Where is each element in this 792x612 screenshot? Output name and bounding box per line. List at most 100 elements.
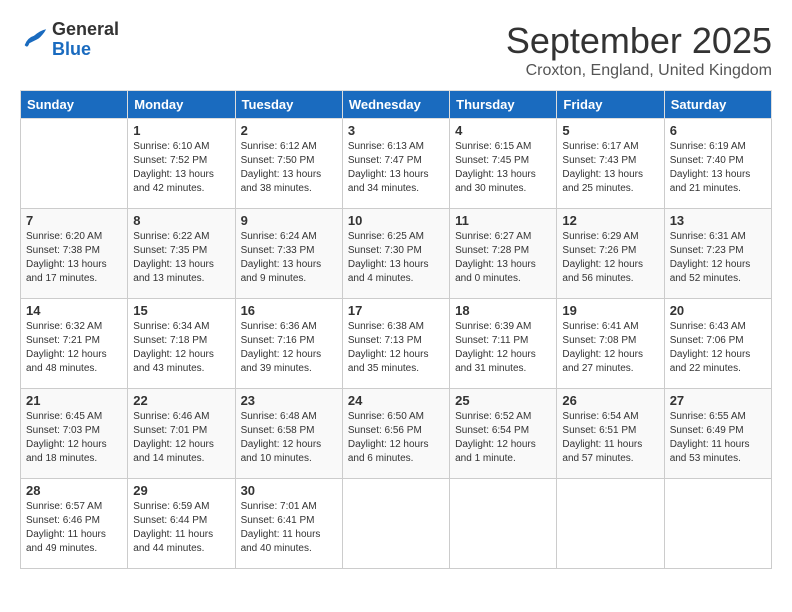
day-info: Sunrise: 6:29 AMSunset: 7:26 PMDaylight:… <box>562 230 658 286</box>
title-block: September 2025 Croxton, England, United … <box>506 20 772 80</box>
logo-bird-icon <box>20 28 48 52</box>
day-info: Sunrise: 6:15 AMSunset: 7:45 PMDaylight:… <box>455 140 551 196</box>
day-number: 21 <box>26 393 122 408</box>
day-number: 3 <box>348 123 444 138</box>
calendar-cell: 10 Sunrise: 6:25 AMSunset: 7:30 PMDayligh… <box>342 209 449 299</box>
day-info: Sunrise: 6:46 AMSunset: 7:01 PMDaylight:… <box>133 410 229 466</box>
day-number: 24 <box>348 393 444 408</box>
day-info: Sunrise: 6:20 AMSunset: 7:38 PMDaylight:… <box>26 230 122 286</box>
day-info: Sunrise: 6:22 AMSunset: 7:35 PMDaylight:… <box>133 230 229 286</box>
calendar-cell: 2 Sunrise: 6:12 AMSunset: 7:50 PMDaylight… <box>235 119 342 209</box>
day-info: Sunrise: 6:10 AMSunset: 7:52 PMDaylight:… <box>133 140 229 196</box>
day-number: 26 <box>562 393 658 408</box>
logo-blue: Blue <box>52 39 91 59</box>
calendar-cell: 12 Sunrise: 6:29 AMSunset: 7:26 PMDayligh… <box>557 209 664 299</box>
calendar-table: SundayMondayTuesdayWednesdayThursdayFrid… <box>20 90 772 569</box>
day-number: 5 <box>562 123 658 138</box>
day-number: 19 <box>562 303 658 318</box>
logo: General Blue <box>20 20 119 60</box>
calendar-cell: 16 Sunrise: 6:36 AMSunset: 7:16 PMDayligh… <box>235 299 342 389</box>
calendar-cell: 17Sunrise: 6:38 AMSunset: 7:13 PMDayligh… <box>342 299 449 389</box>
day-number: 22 <box>133 393 229 408</box>
day-info: Sunrise: 6:17 AMSunset: 7:43 PMDaylight:… <box>562 140 658 196</box>
day-number: 11 <box>455 213 551 228</box>
day-info: Sunrise: 6:19 AMSunset: 7:40 PMDaylight:… <box>670 140 766 196</box>
calendar-cell <box>450 479 557 569</box>
calendar-cell: 29 Sunrise: 6:59 AMSunset: 6:44 PMDayligh… <box>128 479 235 569</box>
day-number: 30 <box>241 483 337 498</box>
day-info: Sunrise: 6:57 AMSunset: 6:46 PMDaylight:… <box>26 500 122 556</box>
day-info: Sunrise: 6:24 AMSunset: 7:33 PMDaylight:… <box>241 230 337 286</box>
day-number: 16 <box>241 303 337 318</box>
weekday-header-friday: Friday <box>557 91 664 119</box>
logo-general: General <box>52 19 119 39</box>
calendar-cell <box>342 479 449 569</box>
day-info: Sunrise: 6:52 AMSunset: 6:54 PMDaylight:… <box>455 410 551 466</box>
day-number: 7 <box>26 213 122 228</box>
day-number: 27 <box>670 393 766 408</box>
day-number: 1 <box>133 123 229 138</box>
calendar-cell: 19 Sunrise: 6:41 AMSunset: 7:08 PMDayligh… <box>557 299 664 389</box>
day-info: Sunrise: 6:34 AMSunset: 7:18 PMDaylight:… <box>133 320 229 376</box>
weekday-header-saturday: Saturday <box>664 91 771 119</box>
day-info: Sunrise: 6:50 AMSunset: 6:56 PMDaylight:… <box>348 410 444 466</box>
calendar-cell: 18Sunrise: 6:39 AMSunset: 7:11 PMDayligh… <box>450 299 557 389</box>
calendar-cell: 28 Sunrise: 6:57 AMSunset: 6:46 PMDayligh… <box>21 479 128 569</box>
month-title: September 2025 <box>506 20 772 62</box>
day-number: 29 <box>133 483 229 498</box>
day-number: 17 <box>348 303 444 318</box>
weekday-header-wednesday: Wednesday <box>342 91 449 119</box>
calendar-cell: 8 Sunrise: 6:22 AMSunset: 7:35 PMDaylight… <box>128 209 235 299</box>
weekday-header-monday: Monday <box>128 91 235 119</box>
day-info: Sunrise: 6:32 AMSunset: 7:21 PMDaylight:… <box>26 320 122 376</box>
day-number: 4 <box>455 123 551 138</box>
calendar-cell: 13 Sunrise: 6:31 AMSunset: 7:23 PMDayligh… <box>664 209 771 299</box>
calendar-cell: 3 Sunrise: 6:13 AMSunset: 7:47 PMDaylight… <box>342 119 449 209</box>
calendar-cell: 26 Sunrise: 6:54 AMSunset: 6:51 PMDayligh… <box>557 389 664 479</box>
page-header: General Blue September 2025 Croxton, Eng… <box>20 20 772 80</box>
day-info: Sunrise: 6:39 AMSunset: 7:11 PMDaylight:… <box>455 320 551 376</box>
calendar-cell: 5 Sunrise: 6:17 AMSunset: 7:43 PMDaylight… <box>557 119 664 209</box>
day-info: Sunrise: 7:01 AMSunset: 6:41 PMDaylight:… <box>241 500 337 556</box>
day-number: 15 <box>133 303 229 318</box>
day-number: 12 <box>562 213 658 228</box>
day-number: 13 <box>670 213 766 228</box>
calendar-cell: 11 Sunrise: 6:27 AMSunset: 7:28 PMDayligh… <box>450 209 557 299</box>
day-number: 2 <box>241 123 337 138</box>
calendar-cell <box>664 479 771 569</box>
day-number: 25 <box>455 393 551 408</box>
day-number: 10 <box>348 213 444 228</box>
calendar-cell <box>557 479 664 569</box>
weekday-header-thursday: Thursday <box>450 91 557 119</box>
day-info: Sunrise: 6:25 AMSunset: 7:30 PMDaylight:… <box>348 230 444 286</box>
day-number: 20 <box>670 303 766 318</box>
calendar-cell: 9 Sunrise: 6:24 AMSunset: 7:33 PMDaylight… <box>235 209 342 299</box>
calendar-cell: 27 Sunrise: 6:55 AMSunset: 6:49 PMDayligh… <box>664 389 771 479</box>
day-number: 23 <box>241 393 337 408</box>
calendar-cell: 30 Sunrise: 7:01 AMSunset: 6:41 PMDayligh… <box>235 479 342 569</box>
calendar-cell: 24 Sunrise: 6:50 AMSunset: 6:56 PMDayligh… <box>342 389 449 479</box>
day-number: 8 <box>133 213 229 228</box>
weekday-header-sunday: Sunday <box>21 91 128 119</box>
calendar-cell: 15 Sunrise: 6:34 AMSunset: 7:18 PMDayligh… <box>128 299 235 389</box>
calendar-cell: 23Sunrise: 6:48 AMSunset: 6:58 PMDayligh… <box>235 389 342 479</box>
day-info: Sunrise: 6:36 AMSunset: 7:16 PMDaylight:… <box>241 320 337 376</box>
day-info: Sunrise: 6:31 AMSunset: 7:23 PMDaylight:… <box>670 230 766 286</box>
day-info: Sunrise: 6:13 AMSunset: 7:47 PMDaylight:… <box>348 140 444 196</box>
day-number: 28 <box>26 483 122 498</box>
day-info: Sunrise: 6:55 AMSunset: 6:49 PMDaylight:… <box>670 410 766 466</box>
day-info: Sunrise: 6:59 AMSunset: 6:44 PMDaylight:… <box>133 500 229 556</box>
day-number: 9 <box>241 213 337 228</box>
calendar-cell: 25 Sunrise: 6:52 AMSunset: 6:54 PMDayligh… <box>450 389 557 479</box>
calendar-cell <box>21 119 128 209</box>
day-info: Sunrise: 6:12 AMSunset: 7:50 PMDaylight:… <box>241 140 337 196</box>
calendar-cell: 4 Sunrise: 6:15 AMSunset: 7:45 PMDaylight… <box>450 119 557 209</box>
day-number: 6 <box>670 123 766 138</box>
day-number: 14 <box>26 303 122 318</box>
day-info: Sunrise: 6:27 AMSunset: 7:28 PMDaylight:… <box>455 230 551 286</box>
day-info: Sunrise: 6:54 AMSunset: 6:51 PMDaylight:… <box>562 410 658 466</box>
calendar-cell: 21Sunrise: 6:45 AMSunset: 7:03 PMDayligh… <box>21 389 128 479</box>
day-info: Sunrise: 6:41 AMSunset: 7:08 PMDaylight:… <box>562 320 658 376</box>
day-info: Sunrise: 6:43 AMSunset: 7:06 PMDaylight:… <box>670 320 766 376</box>
logo-text: General Blue <box>52 20 119 60</box>
